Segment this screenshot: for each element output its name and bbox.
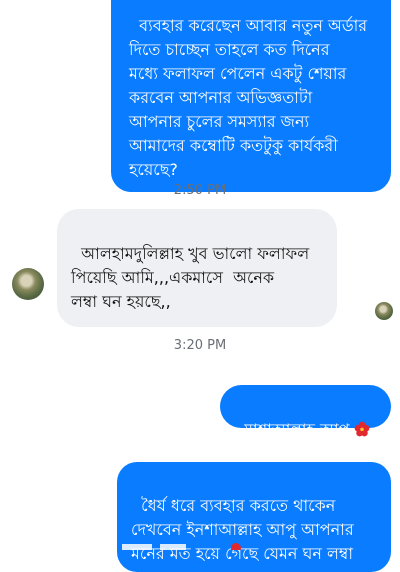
- hibiscus-emoji-icon: [354, 421, 369, 437]
- message-timestamp: 2:50 PM: [173, 183, 227, 198]
- message-text: ধৈর্য ধরে ব্যবহার করতে থাকেন দেখবেন ইনশা…: [131, 496, 354, 563]
- outgoing-message-bubble[interactable]: ধৈর্য ধরে ব্যবহার করতে থাকেন দেখবেন ইনশা…: [117, 462, 391, 572]
- incoming-message-bubble[interactable]: আলহামদুলিল্লাহ খুব ভালো ফলাফল পিয়েছি আম…: [57, 209, 337, 327]
- message-text: মাশাআল্লাহ আপু: [244, 420, 350, 439]
- message-text: ব্যবহার করেছেন আবার নতুন অর্ডার দিতে চাচ…: [129, 16, 368, 179]
- partial-text-continuation: [122, 543, 241, 550]
- seen-receipt-avatar: [375, 302, 393, 320]
- message-text: আলহামদুলিল্লাহ খুব ভালো ফলাফল পিয়েছি আম…: [71, 244, 310, 311]
- contact-avatar[interactable]: [12, 268, 44, 300]
- outgoing-message-bubble[interactable]: ব্যবহার করেছেন আবার নতুন অর্ডার দিতে চাচ…: [111, 0, 391, 192]
- message-timestamp: 3:20 PM: [173, 338, 227, 353]
- outgoing-message-bubble[interactable]: মাশাআল্লাহ আপু: [220, 385, 391, 439]
